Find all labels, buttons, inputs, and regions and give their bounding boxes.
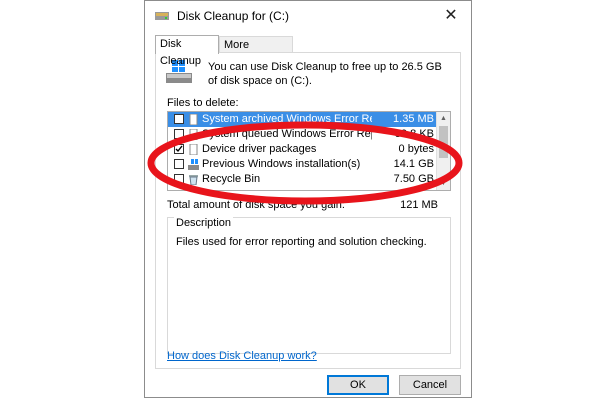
recycle-bin-icon bbox=[189, 175, 198, 185]
file-row-recycle-bin[interactable]: Recycle Bin 7.50 GB bbox=[168, 172, 438, 187]
file-name: Device driver packages bbox=[202, 143, 317, 155]
windows-install-icon bbox=[188, 159, 199, 170]
files-to-delete-label: Files to delete: bbox=[167, 97, 239, 109]
disk-cleanup-panel: You can use Disk Cleanup to free up to 2… bbox=[155, 52, 461, 369]
tab-strip: Disk Cleanup More Options bbox=[155, 35, 461, 68]
file-name: System archived Windows Error Repor... bbox=[202, 113, 372, 125]
checkbox[interactable] bbox=[174, 129, 184, 139]
scroll-down-icon[interactable]: ▼ bbox=[437, 177, 450, 190]
window-title: Disk Cleanup for (C:) bbox=[177, 9, 290, 23]
file-name: System queued Windows Error Reporti... bbox=[202, 128, 372, 140]
total-space-label: Total amount of disk space you gain: bbox=[167, 199, 345, 211]
description-text: Files used for error reporting and solut… bbox=[176, 236, 427, 248]
scroll-up-icon[interactable]: ▲ bbox=[437, 112, 450, 125]
description-group: Description Files used for error reporti… bbox=[167, 217, 451, 354]
cancel-button[interactable]: Cancel bbox=[399, 375, 461, 395]
close-icon[interactable]: ✕ bbox=[431, 1, 471, 31]
scroll-thumb[interactable] bbox=[439, 126, 448, 158]
file-size: 1.35 MB bbox=[393, 113, 434, 125]
file-row-queued-error-reports[interactable]: System queued Windows Error Reporti... 3… bbox=[168, 127, 438, 142]
file-row-archived-error-reports[interactable]: System archived Windows Error Repor... 1… bbox=[168, 112, 438, 127]
checkmark-icon bbox=[175, 145, 183, 153]
description-title: Description bbox=[174, 217, 234, 229]
checkbox[interactable] bbox=[174, 159, 184, 169]
tab-more-options[interactable]: More Options bbox=[219, 36, 293, 68]
file-name: Previous Windows installation(s) bbox=[202, 158, 361, 170]
ok-button[interactable]: OK bbox=[327, 375, 389, 395]
disk-cleanup-window: Disk Cleanup for (C:) ✕ Disk Cleanup Mor… bbox=[144, 0, 472, 398]
files-list[interactable]: System archived Windows Error Repor... 1… bbox=[167, 111, 451, 191]
disk-cleanup-icon bbox=[155, 12, 169, 20]
file-size: 14.1 GB bbox=[393, 158, 434, 170]
list-scrollbar[interactable]: ▲ ▼ bbox=[436, 112, 450, 190]
total-space-value: 121 MB bbox=[400, 199, 438, 211]
title-bar: Disk Cleanup for (C:) ✕ bbox=[145, 1, 471, 31]
checkbox-checked[interactable] bbox=[174, 144, 184, 154]
file-size: 7.50 GB bbox=[393, 173, 434, 185]
file-row-device-driver-packages[interactable]: Device driver packages 0 bytes bbox=[168, 142, 438, 157]
document-icon bbox=[189, 129, 198, 140]
document-icon bbox=[189, 114, 198, 125]
intro-text: You can use Disk Cleanup to free up to 2… bbox=[208, 61, 442, 87]
checkbox[interactable] bbox=[174, 114, 184, 124]
file-size: 39.8 KB bbox=[394, 128, 434, 140]
file-size: 0 bytes bbox=[398, 143, 434, 155]
file-name: Recycle Bin bbox=[202, 173, 261, 185]
document-icon bbox=[189, 144, 198, 155]
help-link[interactable]: How does Disk Cleanup work? bbox=[167, 350, 317, 362]
file-row-previous-windows-installations[interactable]: Previous Windows installation(s) 14.1 GB bbox=[168, 157, 438, 172]
tab-disk-cleanup[interactable]: Disk Cleanup bbox=[155, 35, 219, 67]
checkbox[interactable] bbox=[174, 174, 184, 184]
